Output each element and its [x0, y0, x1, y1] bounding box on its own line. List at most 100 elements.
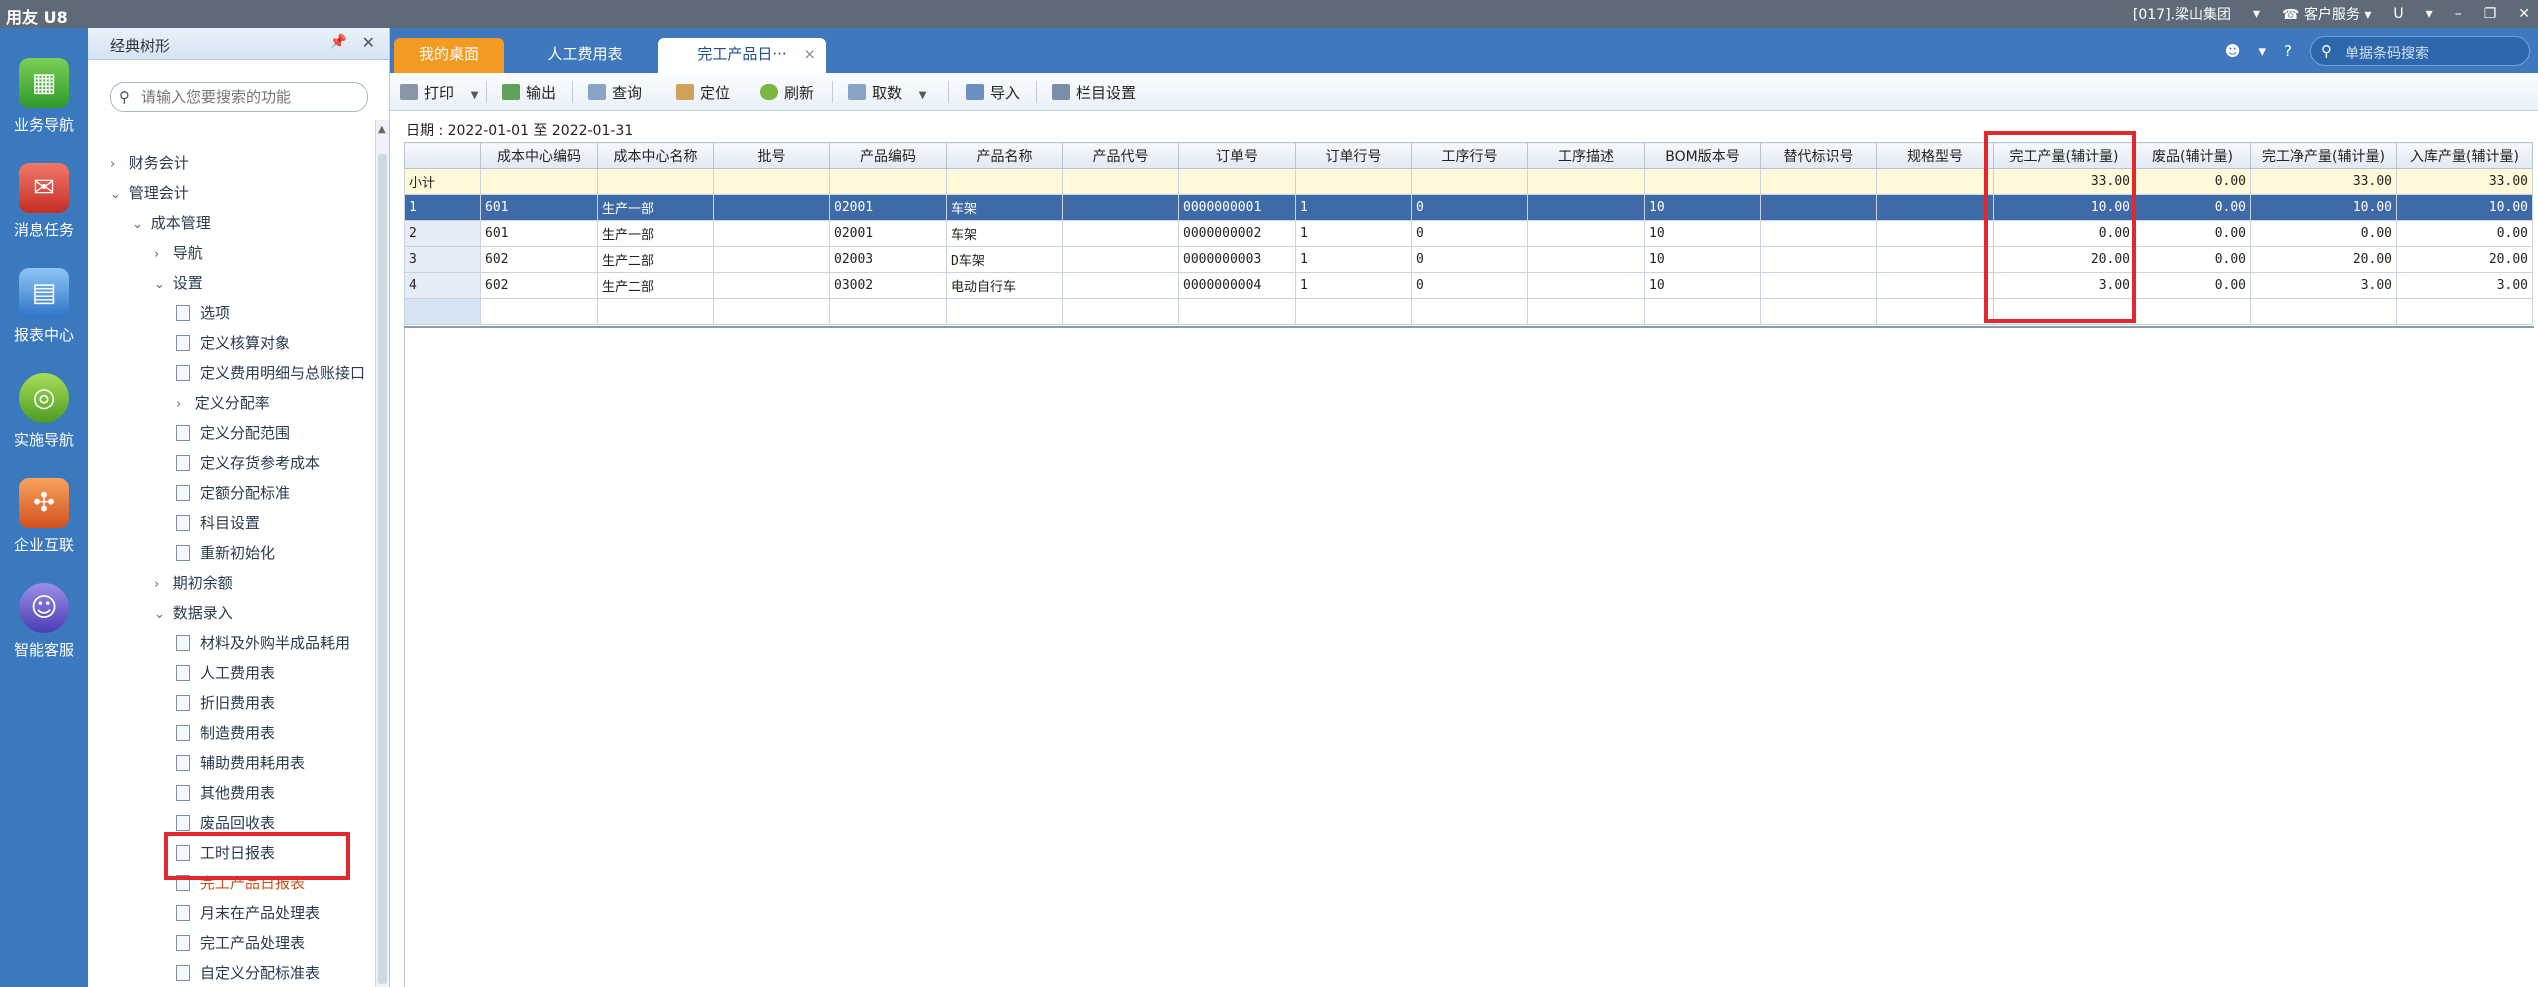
- table-cell[interactable]: 0: [1411, 272, 1528, 299]
- column-header[interactable]: 替代标识号: [1760, 142, 1877, 169]
- table-cell[interactable]: 0: [1411, 246, 1528, 273]
- tree-item[interactable]: 定义存货参考成本: [176, 450, 320, 476]
- column-header[interactable]: 废品(辅计量): [2134, 142, 2251, 169]
- table-cell[interactable]: [1644, 168, 1761, 195]
- column-header[interactable]: 规格型号: [1876, 142, 1994, 169]
- locate-button[interactable]: 定位: [676, 82, 730, 104]
- table-cell[interactable]: 1: [1295, 194, 1412, 221]
- table-cell[interactable]: 0000000004: [1178, 272, 1296, 299]
- menu-dropdown-icon[interactable]: ▾: [2426, 6, 2433, 22]
- column-header[interactable]: 成本中心编码: [480, 142, 598, 169]
- table-cell[interactable]: 0.00: [2134, 272, 2251, 299]
- table-cell[interactable]: [1062, 298, 1179, 325]
- table-cell[interactable]: [1760, 194, 1877, 221]
- table-cell[interactable]: 02001: [829, 220, 947, 247]
- chevron-right-icon[interactable]: ›: [176, 392, 190, 418]
- table-cell[interactable]: [2134, 298, 2251, 325]
- subtotal-row[interactable]: 小计 33.00 0.00 33.00 33.00: [404, 168, 2533, 195]
- table-cell[interactable]: 20.00: [2250, 246, 2397, 273]
- dropdown-icon[interactable]: ▾: [2253, 6, 2260, 22]
- table-cell[interactable]: [1876, 194, 1994, 221]
- table-cell[interactable]: [713, 272, 830, 299]
- table-cell[interactable]: [1062, 246, 1179, 273]
- tab-home[interactable]: 我的桌面: [394, 38, 504, 73]
- tree-item[interactable]: 定义核算对象: [176, 330, 290, 356]
- scroll-thumb[interactable]: [378, 154, 387, 984]
- table-cell[interactable]: 1: [404, 194, 481, 221]
- table-cell[interactable]: 生产二部: [597, 246, 714, 273]
- table-cell[interactable]: [946, 298, 1063, 325]
- table-cell[interactable]: [1760, 246, 1877, 273]
- table-cell[interactable]: 10.00: [2396, 194, 2533, 221]
- table-cell[interactable]: [1527, 168, 1645, 195]
- table-cell[interactable]: 33.00: [2396, 168, 2533, 195]
- table-cell[interactable]: [1527, 246, 1645, 273]
- tab-labor-cost[interactable]: 人工费用表: [520, 38, 650, 73]
- tree-scrollbar[interactable]: ▲: [375, 120, 389, 987]
- table-cell[interactable]: [1876, 168, 1994, 195]
- table-cell[interactable]: 4: [404, 272, 481, 299]
- tree-item[interactable]: 折旧费用表: [176, 690, 275, 716]
- close-panel-icon[interactable]: ✕: [362, 33, 375, 52]
- company-label[interactable]: [017].梁山集团: [2133, 4, 2231, 24]
- tree-item[interactable]: 科目设置: [176, 510, 260, 536]
- table-cell[interactable]: 小计: [404, 168, 481, 195]
- table-cell[interactable]: [829, 168, 947, 195]
- chevron-down-icon[interactable]: ⌄: [154, 272, 168, 298]
- table-cell[interactable]: 0000000001: [1178, 194, 1296, 221]
- table-cell[interactable]: 0000000003: [1178, 246, 1296, 273]
- table-cell[interactable]: [1062, 272, 1179, 299]
- tree-search-input[interactable]: [141, 87, 361, 107]
- table-cell[interactable]: [1644, 298, 1761, 325]
- tree-item[interactable]: 定义分配范围: [176, 420, 290, 446]
- tree-item[interactable]: ⌄ 数据录入: [154, 600, 233, 626]
- nav-message[interactable]: ✉ 消息任务: [0, 163, 88, 240]
- table-cell[interactable]: [480, 298, 598, 325]
- tree-item[interactable]: › 定义分配率: [176, 390, 270, 416]
- table-cell[interactable]: [1876, 272, 1994, 299]
- table-cell[interactable]: 602: [480, 246, 598, 273]
- table-cell[interactable]: [713, 194, 830, 221]
- table-cell[interactable]: [1178, 298, 1296, 325]
- table-cell[interactable]: [1876, 246, 1994, 273]
- column-header[interactable]: 完工净产量(辅计量): [2250, 142, 2397, 169]
- table-cell[interactable]: 0.00: [2134, 168, 2251, 195]
- tree-item[interactable]: ⌄ 管理会计: [110, 180, 189, 206]
- column-header[interactable]: 工序行号: [1411, 142, 1528, 169]
- table-cell[interactable]: 0: [1411, 194, 1528, 221]
- table-cell[interactable]: 601: [480, 194, 598, 221]
- scroll-up-icon[interactable]: ▲: [378, 124, 386, 135]
- tree-item[interactable]: ⌄ 成本管理: [132, 210, 211, 236]
- minimize-icon[interactable]: –: [2455, 6, 2462, 22]
- nav-enterprise[interactable]: ✣ 企业互联: [0, 478, 88, 555]
- tree-item[interactable]: 重新初始化: [176, 540, 275, 566]
- tree-item[interactable]: 其他费用表: [176, 780, 275, 806]
- table-cell[interactable]: 0.00: [2396, 220, 2533, 247]
- column-header[interactable]: 订单行号: [1295, 142, 1412, 169]
- tree-item[interactable]: 辅助费用耗用表: [176, 750, 305, 776]
- table-cell[interactable]: [713, 246, 830, 273]
- table-cell[interactable]: [1876, 220, 1994, 247]
- table-cell[interactable]: 0.00: [2134, 194, 2251, 221]
- table-cell[interactable]: 3: [404, 246, 481, 273]
- table-cell[interactable]: 10: [1644, 272, 1761, 299]
- table-cell[interactable]: 生产一部: [597, 220, 714, 247]
- table-cell[interactable]: 601: [480, 220, 598, 247]
- tree-item[interactable]: 定额分配标准: [176, 480, 290, 506]
- table-row[interactable]: 3 602 生产二部 02003 D车架 0000000003 1 0 10 20.00 0.00 2…: [404, 246, 2533, 273]
- table-cell[interactable]: 电动自行车: [946, 272, 1063, 299]
- tree-item[interactable]: › 期初余额: [154, 570, 233, 596]
- u-icon[interactable]: U: [2393, 6, 2403, 22]
- table-cell[interactable]: [1178, 168, 1296, 195]
- tab-close-icon[interactable]: ×: [803, 38, 816, 71]
- table-cell[interactable]: 生产一部: [597, 194, 714, 221]
- refresh-button[interactable]: 刷新: [760, 82, 814, 104]
- table-cell[interactable]: 10: [1644, 220, 1761, 247]
- table-cell[interactable]: [713, 220, 830, 247]
- restore-icon[interactable]: ❐: [2484, 6, 2497, 22]
- table-cell[interactable]: [946, 168, 1063, 195]
- tree-item[interactable]: 人工费用表: [176, 660, 275, 686]
- table-cell[interactable]: [1760, 220, 1877, 247]
- table-cell[interactable]: [1411, 298, 1528, 325]
- table-cell[interactable]: [1062, 220, 1179, 247]
